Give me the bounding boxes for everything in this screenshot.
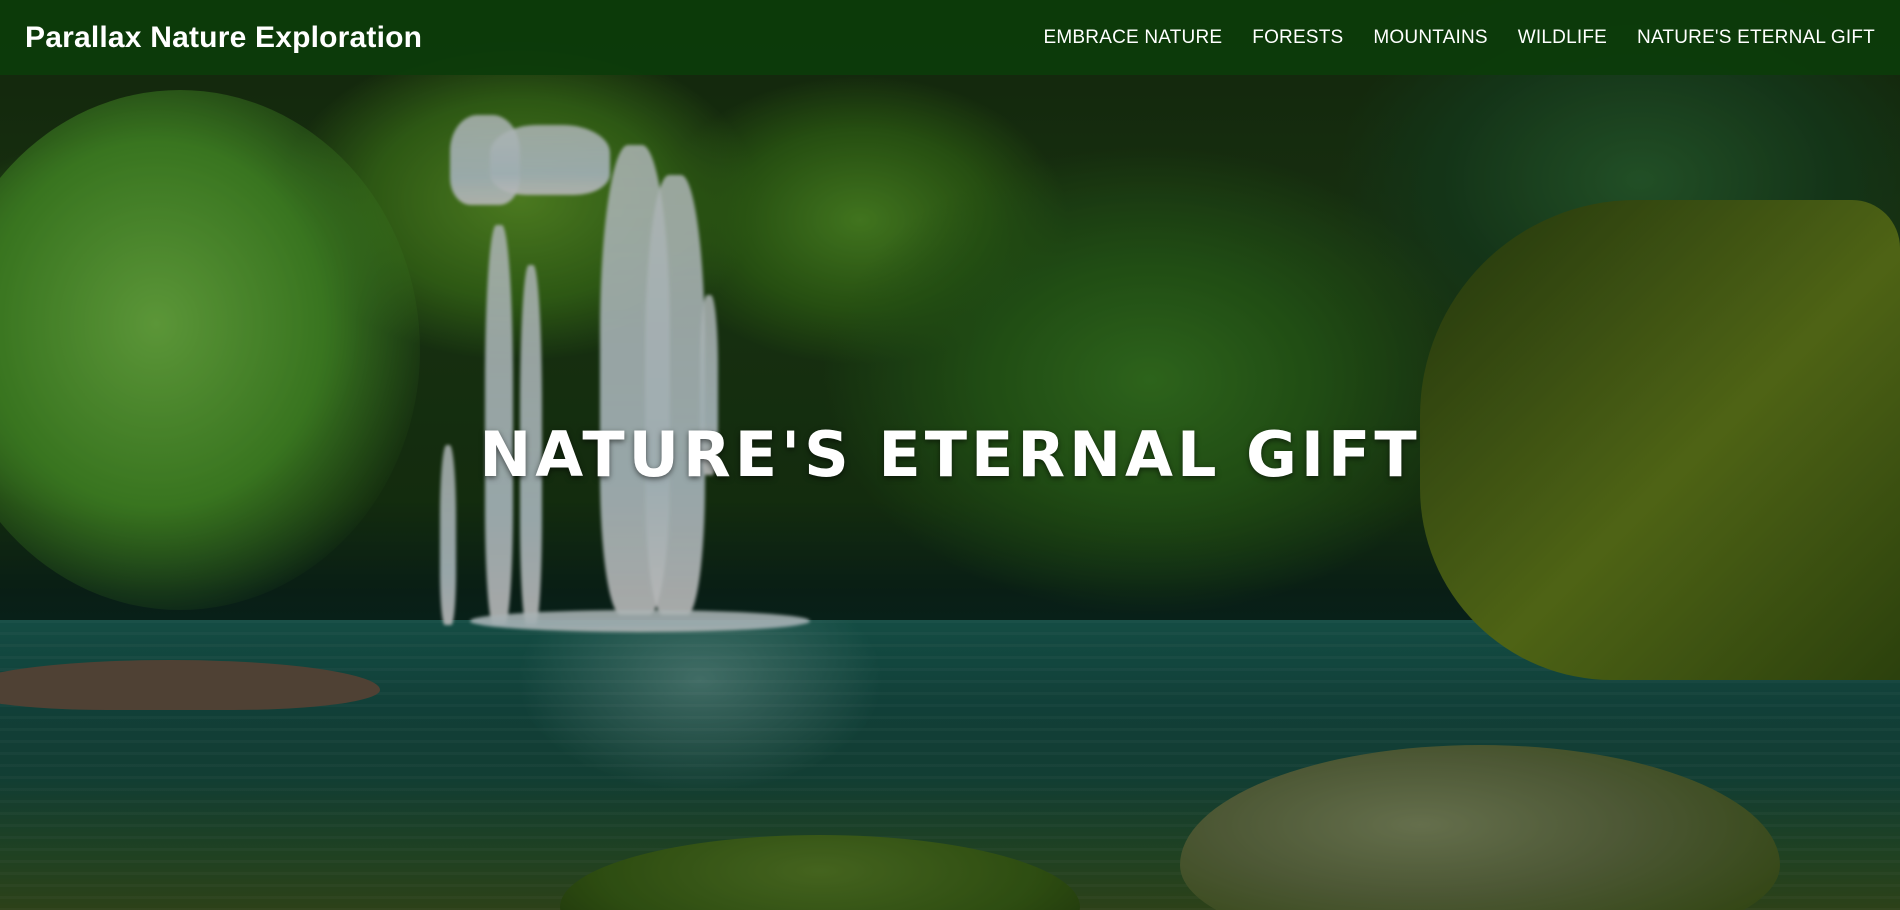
nav-links: EMBRACE NATURE FORESTS MOUNTAINS WILDLIF… [1044,27,1875,49]
hero-title: NATURE'S ETERNAL GIFT [479,418,1421,491]
top-navbar: Parallax Nature Exploration EMBRACE NATU… [0,0,1900,75]
nav-item-mountains: MOUNTAINS [1373,27,1487,49]
nav-item-embrace-nature: EMBRACE NATURE [1044,27,1223,49]
brand-logo-link[interactable]: Parallax Nature Exploration [25,21,422,55]
nav-item-wildlife: WILDLIFE [1518,27,1607,49]
nav-link-forests[interactable]: FORESTS [1252,27,1343,48]
nav-link-wildlife[interactable]: WILDLIFE [1518,27,1607,48]
nav-item-natures-eternal-gift: NATURE'S ETERNAL GIFT [1637,27,1875,49]
nav-link-embrace-nature[interactable]: EMBRACE NATURE [1044,27,1223,48]
nav-link-natures-eternal-gift[interactable]: NATURE'S ETERNAL GIFT [1637,27,1875,48]
page: Parallax Nature Exploration EMBRACE NATU… [0,0,1900,910]
nav-link-mountains[interactable]: MOUNTAINS [1373,27,1487,48]
nav-item-forests: FORESTS [1252,27,1343,49]
